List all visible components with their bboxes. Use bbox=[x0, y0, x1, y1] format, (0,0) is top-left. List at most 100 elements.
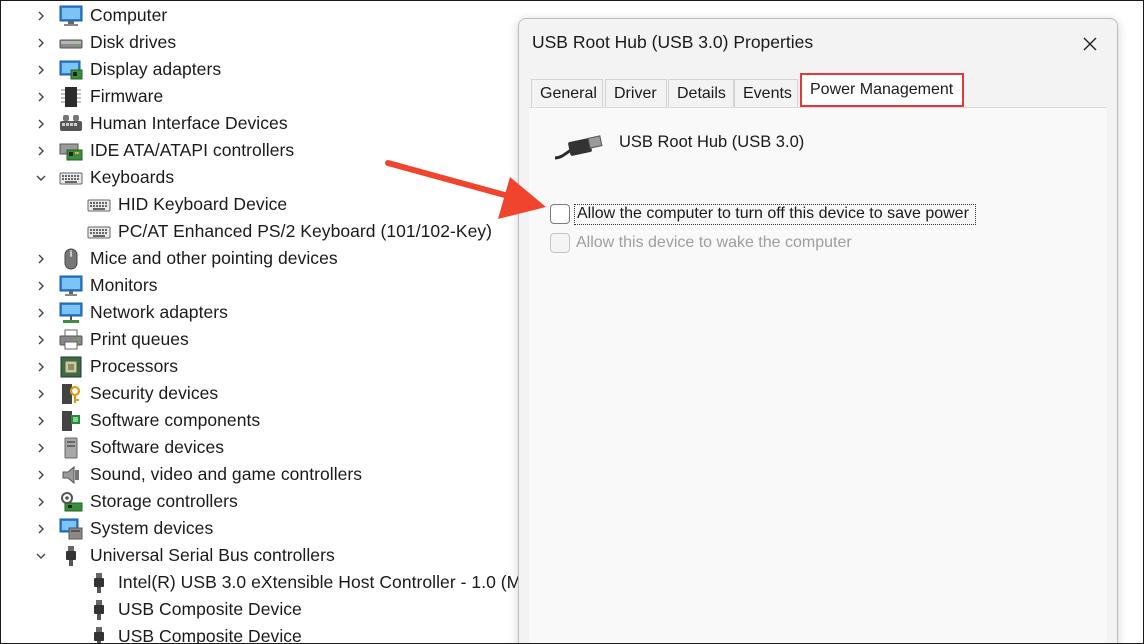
speaker-icon bbox=[59, 464, 83, 486]
tree-item-label: Computer bbox=[90, 5, 168, 25]
properties-dialog: USB Root Hub (USB 3.0) Properties Genera… bbox=[518, 18, 1118, 644]
tree-item-label: Security devices bbox=[90, 383, 219, 403]
mouse-icon bbox=[59, 248, 83, 270]
tree-item-label: Software components bbox=[90, 410, 261, 430]
chevron-right-icon[interactable] bbox=[34, 495, 48, 509]
disk-drive-icon bbox=[59, 32, 83, 54]
tree-item-human-interface-devices[interactable]: Human Interface Devices bbox=[0, 110, 520, 137]
dialog-title: USB Root Hub (USB 3.0) Properties bbox=[532, 32, 814, 52]
chevron-right-icon[interactable] bbox=[34, 63, 48, 77]
chevron-right-icon[interactable] bbox=[34, 144, 48, 158]
tree-item-monitors[interactable]: Monitors bbox=[0, 272, 520, 299]
chevron-right-icon[interactable] bbox=[34, 36, 48, 50]
usb-plug-icon bbox=[87, 626, 111, 644]
tree-item-sound-video-game-controllers[interactable]: Sound, video and game controllers bbox=[0, 461, 520, 488]
tree-item-label: Storage controllers bbox=[90, 491, 238, 511]
allow-turn-off-option[interactable]: Allow the computer to turn off this devi… bbox=[550, 203, 976, 225]
tree-item-label: System devices bbox=[90, 518, 214, 538]
tree-item-software-components[interactable]: Software components bbox=[0, 407, 520, 434]
usb-plug-icon bbox=[87, 572, 111, 594]
tree-item-label: USB Composite Device bbox=[118, 599, 302, 619]
close-button[interactable] bbox=[1073, 29, 1107, 59]
security-key-icon bbox=[59, 383, 83, 405]
tree-item-security-devices[interactable]: Security devices bbox=[0, 380, 520, 407]
tab-power-management[interactable]: Power Management bbox=[800, 73, 964, 107]
usb-plug-icon bbox=[59, 545, 83, 567]
tree-item-disk-drives[interactable]: Disk drives bbox=[0, 29, 520, 56]
tree-item-label: Keyboards bbox=[90, 167, 175, 187]
tree-item-label: Disk drives bbox=[90, 32, 177, 52]
tree-item-label: Mice and other pointing devices bbox=[90, 248, 338, 268]
arrow-head bbox=[498, 177, 546, 219]
chevron-down-icon[interactable] bbox=[34, 171, 48, 185]
tree-item-usb-controllers[interactable]: Universal Serial Bus controllers bbox=[0, 542, 520, 569]
software-device-icon bbox=[59, 437, 83, 459]
tree-item-firmware[interactable]: Firmware bbox=[0, 83, 520, 110]
tree-item-label: IDE ATA/ATAPI controllers bbox=[90, 140, 295, 160]
chevron-right-icon[interactable] bbox=[34, 90, 48, 104]
allow-wake-label: Allow this device to wake the computer bbox=[576, 234, 852, 251]
chevron-right-icon[interactable] bbox=[34, 360, 48, 374]
tree-item-usb-composite-device[interactable]: USB Composite Device bbox=[0, 623, 520, 644]
tab-strip: General Driver Details Events Power Mana… bbox=[531, 73, 1107, 107]
tree-item-processors[interactable]: Processors bbox=[0, 353, 520, 380]
tab-details[interactable]: Details bbox=[668, 79, 734, 107]
keyboard-icon bbox=[59, 167, 83, 189]
tree-item-label: Human Interface Devices bbox=[90, 113, 288, 133]
tree-item-display-adapters[interactable]: Display adapters bbox=[0, 56, 520, 83]
annotation-arrow bbox=[385, 160, 546, 219]
tree-item-computer[interactable]: Computer bbox=[0, 2, 520, 29]
human-interface-device-icon bbox=[59, 113, 83, 135]
chevron-right-icon[interactable] bbox=[34, 333, 48, 347]
tab-general[interactable]: General bbox=[531, 79, 603, 107]
tree-item-label: Processors bbox=[90, 356, 179, 376]
device-tree: Computer Disk drives Display adapters Fi… bbox=[0, 0, 520, 644]
allow-turn-off-checkbox[interactable] bbox=[550, 204, 570, 224]
chevron-right-icon[interactable] bbox=[34, 279, 48, 293]
power-management-panel: USB Root Hub (USB 3.0) Allow the compute… bbox=[529, 107, 1107, 644]
processor-icon bbox=[59, 356, 83, 378]
monitor-icon bbox=[59, 275, 83, 297]
display-adapter-icon bbox=[59, 59, 83, 81]
allow-wake-option: Allow this device to wake the computer bbox=[550, 232, 854, 254]
tree-item-software-devices[interactable]: Software devices bbox=[0, 434, 520, 461]
tree-item-label: HID Keyboard Device bbox=[118, 194, 288, 214]
device-name: USB Root Hub (USB 3.0) bbox=[619, 133, 805, 151]
tree-item-print-queues[interactable]: Print queues bbox=[0, 326, 520, 353]
tree-item-label: Sound, video and game controllers bbox=[90, 464, 363, 484]
chevron-right-icon[interactable] bbox=[34, 117, 48, 131]
printer-icon bbox=[59, 329, 83, 351]
software-component-icon bbox=[59, 410, 83, 432]
computer-icon bbox=[59, 5, 83, 27]
usb-cable-icon bbox=[554, 135, 603, 160]
tree-item-label: Network adapters bbox=[90, 302, 228, 322]
storage-controller-icon bbox=[59, 491, 83, 513]
chevron-right-icon[interactable] bbox=[34, 522, 48, 536]
tree-item-system-devices[interactable]: System devices bbox=[0, 515, 520, 542]
arrow-shaft bbox=[385, 160, 515, 200]
chevron-down-icon[interactable] bbox=[34, 549, 48, 563]
chevron-right-icon[interactable] bbox=[34, 306, 48, 320]
close-icon bbox=[1083, 37, 1097, 51]
chevron-right-icon[interactable] bbox=[34, 414, 48, 428]
allow-turn-off-label[interactable]: Allow the computer to turn off this devi… bbox=[574, 203, 976, 225]
tree-item-intel-usb-host-controller[interactable]: Intel(R) USB 3.0 eXtensible Host Control… bbox=[0, 569, 520, 596]
network-adapter-icon bbox=[59, 302, 83, 324]
allow-wake-checkbox bbox=[550, 233, 570, 253]
chevron-right-icon[interactable] bbox=[34, 441, 48, 455]
tree-item-label: Universal Serial Bus controllers bbox=[90, 545, 335, 565]
tree-item-storage-controllers[interactable]: Storage controllers bbox=[0, 488, 520, 515]
chevron-right-icon[interactable] bbox=[34, 387, 48, 401]
tree-item-label: Display adapters bbox=[90, 59, 222, 79]
chevron-right-icon[interactable] bbox=[34, 468, 48, 482]
tree-item-label: Print queues bbox=[90, 329, 189, 349]
chevron-right-icon[interactable] bbox=[34, 9, 48, 23]
system-device-icon bbox=[59, 518, 83, 540]
tree-item-usb-composite-device[interactable]: USB Composite Device bbox=[0, 596, 520, 623]
tab-driver[interactable]: Driver bbox=[605, 79, 667, 107]
tree-item-mice[interactable]: Mice and other pointing devices bbox=[0, 245, 520, 272]
tree-item-label: Monitors bbox=[90, 275, 158, 295]
tree-item-network-adapters[interactable]: Network adapters bbox=[0, 299, 520, 326]
tab-events[interactable]: Events bbox=[734, 79, 798, 107]
chevron-right-icon[interactable] bbox=[34, 252, 48, 266]
